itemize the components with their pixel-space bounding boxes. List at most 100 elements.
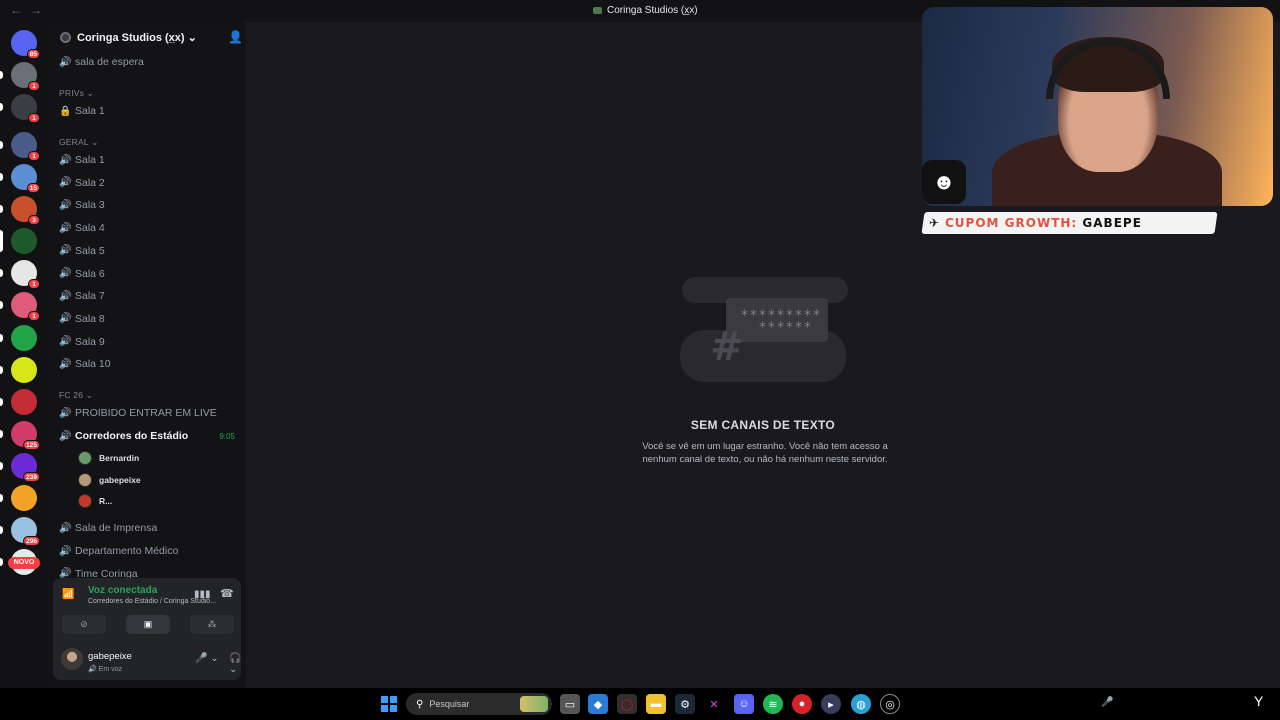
channel-label: Sala 8 (75, 312, 105, 325)
mention-badge: 1 (28, 311, 40, 321)
mention-badge: 239 (23, 472, 40, 482)
svg-text:#: # (710, 324, 744, 370)
no-channels-illustration: ＊＊＊＊＊＊＊＊＊ ＊＊＊＊＊＊ # (680, 277, 848, 382)
server-icon-srv-13[interactable]: 239 (0, 453, 40, 482)
username[interactable]: gabepeixe (88, 651, 132, 662)
steam-icon[interactable]: ⚙ (675, 694, 695, 714)
unread-pill (0, 366, 3, 374)
server-icon-srv-10[interactable] (0, 357, 37, 383)
channel-geral-sala-4[interactable]: 🔊 Sala 4 (57, 218, 241, 238)
media-icon[interactable]: ▸ (821, 694, 841, 714)
history-nav: ← → (10, 3, 50, 17)
server-icon-srv-11[interactable] (0, 389, 37, 415)
server-icon-srv-7[interactable]: 1 (0, 260, 40, 289)
server-icon-srv-3[interactable]: 1 (0, 132, 40, 161)
speaker-icon: 🔊 (59, 336, 72, 348)
server-icon-srv-4[interactable]: 15 (0, 164, 40, 193)
new-badge[interactable]: NOVO (8, 557, 40, 569)
avatar[interactable] (61, 648, 83, 670)
channel-geral-sala-8[interactable]: 🔊 Sala 8 (57, 309, 241, 329)
screen-share-button[interactable]: ▣ (126, 615, 170, 634)
headphones-icon[interactable]: 🎧 ⌄ (229, 653, 241, 675)
server-icon-srv-15[interactable]: 296 (0, 517, 40, 546)
obs-icon[interactable]: ◎ (880, 694, 900, 714)
disconnect-icon[interactable]: ☎ (220, 587, 234, 600)
channel-geral-sala-7[interactable]: 🔊 Sala 7 (57, 286, 241, 306)
channel-sala-de-espera[interactable]: 🔊 sala de espera (57, 52, 241, 72)
server-icon-srv-8[interactable]: 1 (0, 292, 40, 321)
mic-icon[interactable]: 🎤 ⌄ (195, 653, 219, 664)
svg-text:＊＊＊＊＊＊＊＊＊: ＊＊＊＊＊＊＊＊＊ (740, 309, 821, 319)
channel-geral-sala-9[interactable]: 🔊 Sala 9 (57, 332, 241, 352)
mention-badge: 3 (28, 215, 40, 225)
spotify-icon[interactable]: ≋ (763, 694, 783, 714)
search-placeholder: Pesquisar (429, 699, 470, 709)
task-view-icon[interactable]: ▭ (560, 694, 580, 714)
svg-text:＊＊＊＊＊＊: ＊＊＊＊＊＊ (758, 321, 812, 331)
channel-departamento-medico[interactable]: 🔊 Departamento Médico (57, 541, 241, 561)
channel-geral-sala-6[interactable]: 🔊 Sala 6 (57, 264, 241, 284)
server-icon-srv-2[interactable]: 1 (0, 94, 40, 123)
voice-member[interactable]: gabepeixe (78, 471, 141, 489)
speaker-active-icon: 🔊 (59, 430, 72, 442)
channel-geral-sala-2[interactable]: 🔊 Sala 2 (57, 173, 241, 193)
voice-member[interactable]: R... (78, 492, 112, 510)
category-fc26[interactable]: FC 26 ⌄ (59, 390, 93, 401)
voice-member[interactable]: Bernardin (78, 449, 139, 467)
capcut-icon[interactable]: ✕ (704, 694, 724, 714)
webcam-overlay (922, 7, 1273, 206)
server-icon-srv-6[interactable] (0, 228, 37, 254)
server-icon-srv-14[interactable] (0, 485, 37, 511)
activities-button[interactable]: ⁂ (190, 615, 234, 634)
camera-off-icon: ⊘ (80, 619, 88, 629)
server-icon-srv-1[interactable]: 1 (0, 62, 40, 91)
camera-off-button[interactable]: ⊘ (62, 615, 106, 634)
channel-label: Departamento Médico (75, 545, 179, 557)
server-avatar (11, 389, 37, 415)
mic-tray-icon[interactable]: 🎤 (1101, 697, 1113, 708)
server-icon-srv-5[interactable]: 3 (0, 196, 40, 225)
server-icon-srv-9[interactable] (0, 325, 37, 351)
speaker-icon: 🔊 (59, 522, 72, 534)
channel-geral-sala-5[interactable]: 🔊 Sala 5 (57, 241, 241, 261)
opera-icon[interactable]: ◯ (617, 694, 637, 714)
file-explorer-icon[interactable]: ▬ (646, 694, 666, 714)
noise-suppression-icon[interactable]: ▮▮▮ (194, 589, 211, 600)
invite-icon[interactable]: 👤 (228, 30, 243, 44)
channel-label: Sala 2 (75, 176, 105, 189)
category-privs[interactable]: PRIVs ⌄ (59, 88, 94, 99)
channel-geral-sala-1[interactable]: 🔊 Sala 1 (57, 150, 241, 170)
channel-sala-de-imprensa[interactable]: 🔊 Sala de Imprensa (57, 518, 241, 538)
mention-badge: 1 (28, 113, 40, 123)
empty-state-title: SEM CANAIS DE TEXTO (690, 418, 836, 432)
back-arrow-icon[interactable]: ← (10, 3, 22, 17)
server-icon-srv-12[interactable]: 125 (0, 421, 40, 450)
tray-logo-icon[interactable]: Y (1254, 693, 1263, 709)
windows-start-icon[interactable] (381, 696, 397, 712)
channel-corredores[interactable]: 🔊 Corredores do Estádio 9:05 (57, 426, 241, 446)
unread-pill (0, 230, 3, 252)
recorder-icon[interactable]: ● (792, 694, 812, 714)
channel-geral-sala-10[interactable]: 🔊 Sala 10 (57, 354, 241, 374)
server-icon-dm[interactable]: 85 (11, 30, 40, 59)
unread-pill (0, 462, 3, 470)
avatar (78, 451, 92, 465)
server-name[interactable]: Coringa Studios (x̲x) ⌄ (77, 31, 197, 44)
category-geral[interactable]: GERAL ⌄ (59, 137, 98, 148)
server-header[interactable]: Coringa Studios (x̲x) ⌄ 👤 (48, 22, 246, 54)
signal-icon[interactable]: 📶 (62, 589, 74, 600)
search-highlight-image (520, 696, 548, 712)
channel-time-coringa[interactable]: 🔊 Time Coringa (57, 563, 241, 579)
fish-icon: ✈ (928, 216, 940, 230)
channel-label: Sala 4 (75, 222, 105, 235)
taskbar-search[interactable]: ⚲ Pesquisar (406, 693, 552, 715)
channel-privs-sala-1[interactable]: 🔒 Sala 1 (57, 101, 241, 121)
channel-label: Sala 7 (75, 290, 105, 303)
channel-geral-sala-3[interactable]: 🔊 Sala 3 (57, 195, 241, 215)
discord-icon[interactable]: ☺ (734, 694, 754, 714)
channel-proibido[interactable]: 🔊 PROIBIDO ENTRAR EM LIVE (57, 403, 241, 423)
speaker-icon: 🔊 (59, 313, 72, 325)
browser-icon[interactable]: ◍ (851, 694, 871, 714)
forward-arrow-icon[interactable]: → (30, 3, 42, 17)
copilot-icon[interactable]: ◆ (588, 694, 608, 714)
